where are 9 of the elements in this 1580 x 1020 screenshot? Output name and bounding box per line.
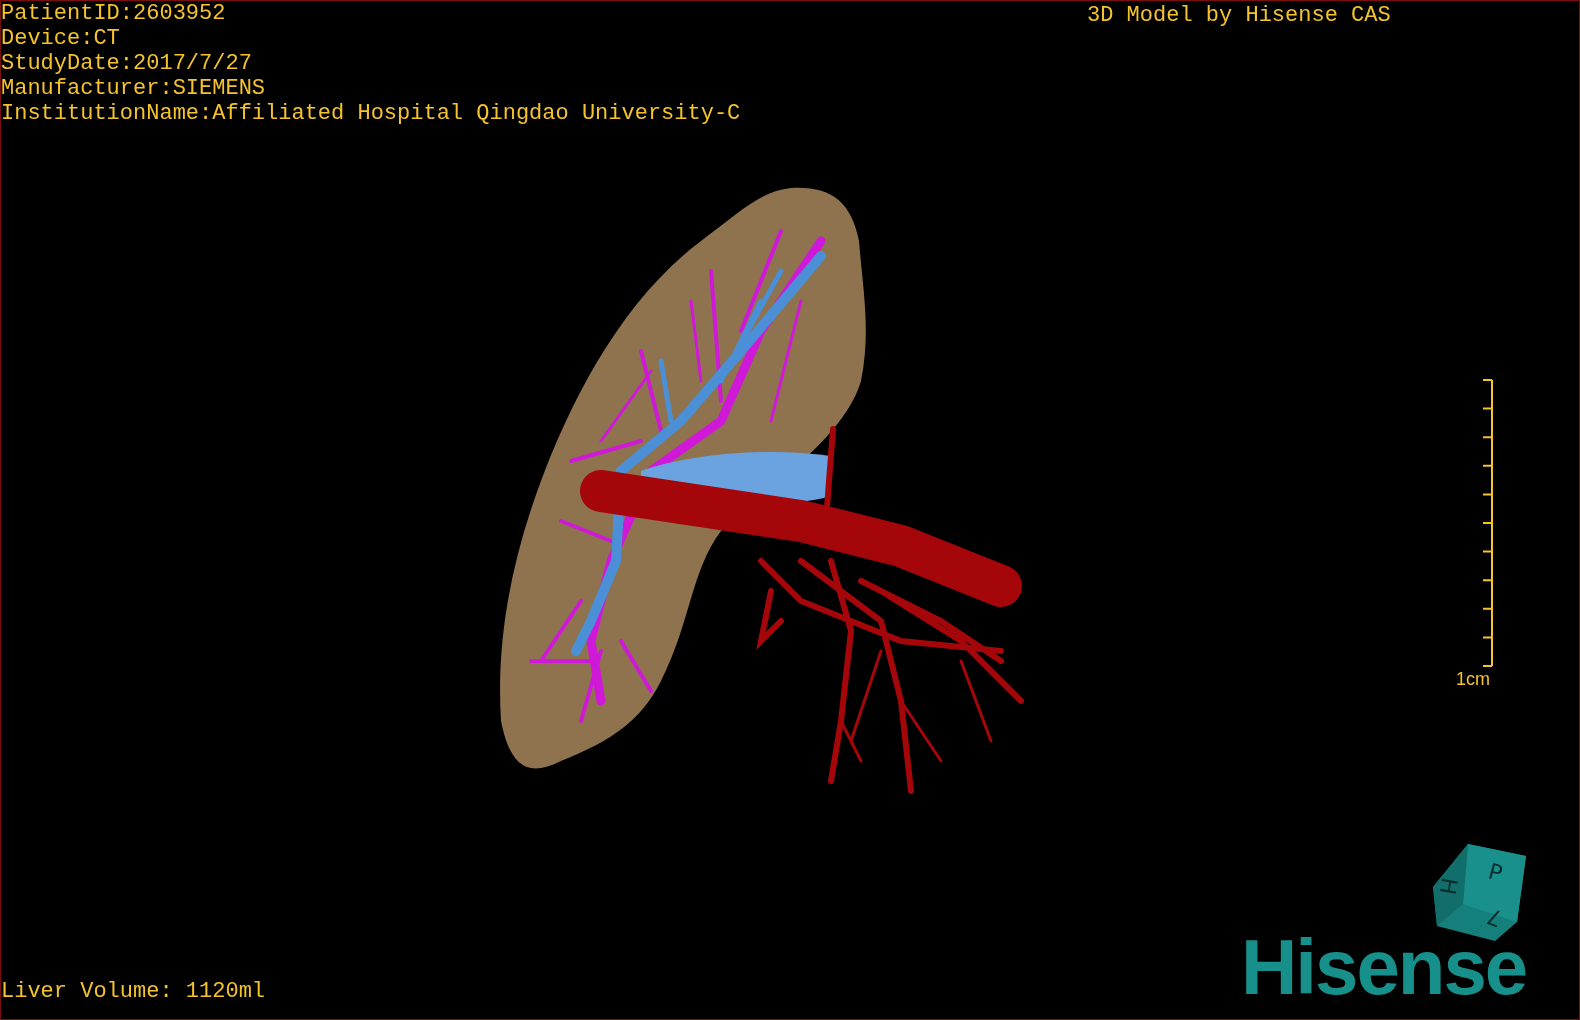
scale-label: 1cm bbox=[1456, 669, 1490, 689]
liver-volume: Liver Volume: 1120ml bbox=[1, 979, 266, 1004]
patient-info-line: InstitutionName:Affiliated Hospital Qingdao University-C bbox=[1, 101, 741, 126]
viewer-title: 3D Model by Hisense CAS bbox=[1087, 3, 1391, 28]
patient-info-line: Manufacturer:SIEMENS bbox=[1, 76, 267, 101]
patient-info-line: StudyDate:2017/7/27 bbox=[1, 51, 253, 76]
patient-info-line: Device:CT bbox=[1, 26, 121, 51]
orientation-cube[interactable]: H P 7 bbox=[1433, 844, 1529, 942]
patient-info-line: PatientID:2603952 bbox=[1, 1, 227, 26]
